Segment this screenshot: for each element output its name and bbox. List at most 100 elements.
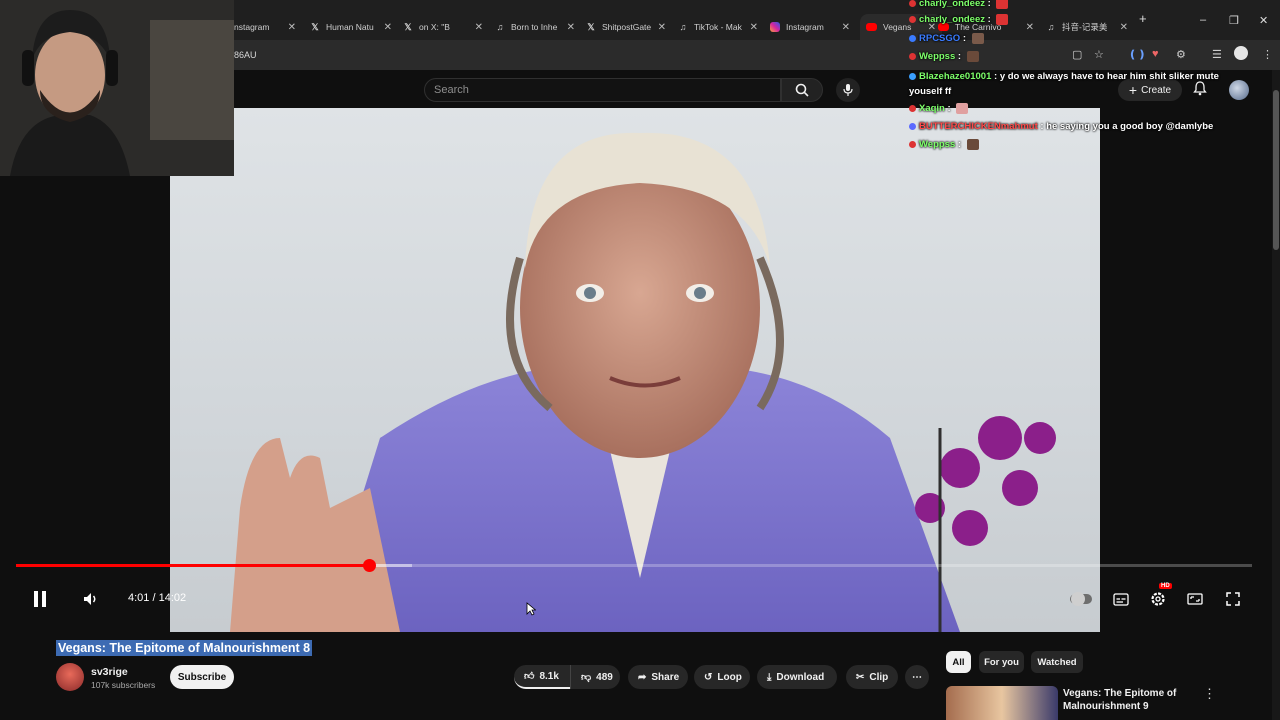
recommendation-more-icon[interactable]: ⋮ xyxy=(1203,686,1216,702)
chip-for-you[interactable]: For you xyxy=(979,651,1024,673)
subscriber-count: 107k subscribers xyxy=(91,680,156,690)
close-tab-icon[interactable]: ✕ xyxy=(475,22,483,33)
close-tab-icon[interactable]: ✕ xyxy=(658,22,666,33)
recommendation-title[interactable]: Vegans: The Epitome of Malnourishment 9 xyxy=(1063,687,1193,713)
pause-icon xyxy=(34,591,46,607)
minimize-icon[interactable]: – xyxy=(1200,14,1206,26)
loop-icon: ↺ xyxy=(704,671,713,683)
fullscreen-icon xyxy=(1226,592,1240,606)
chat-badge-icon xyxy=(909,72,916,80)
chat-username[interactable]: Blazehaze01001 xyxy=(919,71,991,82)
browser-tab[interactable]: 𝕏on X: "B ✕ xyxy=(403,14,483,40)
chat-username[interactable]: Weppss xyxy=(919,139,955,150)
fullscreen-button[interactable] xyxy=(1222,588,1244,610)
chat-message: BUTTERCHICKENmahmut : he saying you a go… xyxy=(909,121,1213,132)
close-window-icon[interactable]: ✕ xyxy=(1259,14,1268,27)
scrollbar-thumb[interactable] xyxy=(1273,90,1279,250)
like-button[interactable]: 👍︎ 8.1k xyxy=(514,665,570,689)
profile-icon[interactable] xyxy=(1234,46,1248,60)
tab-label: 抖音-记录美 xyxy=(1062,22,1108,32)
voice-search-button[interactable] xyxy=(836,78,860,102)
microphone-icon xyxy=(843,84,853,96)
chat-emote-icon xyxy=(996,14,1009,25)
theater-icon xyxy=(1187,593,1203,605)
chat-username[interactable]: Xaqin xyxy=(919,103,945,114)
browser-tab[interactable]: ♫ TikTok - Mak ✕ xyxy=(678,14,758,40)
download-button[interactable]: ⤓ Download xyxy=(757,665,837,689)
search-button[interactable] xyxy=(781,78,823,102)
share-button[interactable]: ➦ Share xyxy=(628,665,688,689)
subscribe-button[interactable]: Subscribe xyxy=(170,665,234,689)
x-icon: 𝕏 xyxy=(404,21,412,32)
chat-message: charly_ondeez : xyxy=(909,14,1009,25)
thumbs-up-icon: 👍︎ xyxy=(524,671,535,682)
channel-name[interactable]: sv3rige xyxy=(91,666,128,678)
share-label: Share xyxy=(651,671,680,683)
browser-tab[interactable]: ♫ 抖音-记录美 ✕ xyxy=(1046,14,1128,40)
more-actions-button[interactable]: ⋯ xyxy=(905,665,929,689)
close-tab-icon[interactable]: ✕ xyxy=(750,22,758,33)
chat-emote-icon xyxy=(956,103,969,114)
x-icon: 𝕏 xyxy=(311,21,319,32)
chat-emote-icon xyxy=(966,51,979,62)
chat-emote-icon xyxy=(966,139,979,150)
tiktok-icon: ♫ xyxy=(679,22,687,32)
download-label: Download xyxy=(776,671,825,683)
extension-red-icon[interactable]: ♥ xyxy=(1152,48,1159,60)
chat-username[interactable]: charly_ondeez xyxy=(919,14,985,25)
browser-menu-icon[interactable]: ⋮ xyxy=(1262,48,1273,61)
browser-tab[interactable]: ♫ Born to Inhe ✕ xyxy=(495,14,575,40)
media-controls-icon[interactable]: ☰ xyxy=(1212,48,1222,61)
close-tab-icon[interactable]: ✕ xyxy=(384,22,392,33)
browser-tab[interactable]: 𝕏 Human Natu ✕ xyxy=(310,14,392,40)
video-frame[interactable] xyxy=(170,108,1100,632)
search-input[interactable]: Search xyxy=(424,78,781,102)
settings-button[interactable]: HD xyxy=(1147,583,1172,610)
theater-mode-button[interactable] xyxy=(1184,588,1206,610)
clip-button[interactable]: ✂ Clip xyxy=(846,665,898,689)
like-count: 8.1k xyxy=(539,670,559,682)
chat-username[interactable]: BUTTERCHICKENmahmut xyxy=(919,121,1038,132)
tab-label: TikTok - Mak xyxy=(694,22,742,32)
chat-username[interactable]: RPCSGO xyxy=(919,33,960,44)
video-content-image xyxy=(230,132,1056,632)
recommendation-thumbnail[interactable] xyxy=(946,686,1058,720)
chat-username[interactable]: charly_ondeez xyxy=(919,0,985,9)
channel-avatar[interactable] xyxy=(56,663,84,691)
volume-button[interactable] xyxy=(80,588,102,610)
subtitles-button[interactable] xyxy=(1110,588,1132,610)
browser-tab[interactable]: nstagram ✕ xyxy=(234,14,296,40)
autoplay-toggle[interactable] xyxy=(1068,588,1094,610)
close-tab-icon[interactable]: ✕ xyxy=(842,22,850,33)
chat-emote-icon xyxy=(996,0,1009,9)
browser-tab[interactable]: 𝕏 ShitpostGate ✕ xyxy=(586,14,666,40)
instagram-icon xyxy=(770,22,780,32)
thumbs-down-icon: 👎︎ xyxy=(581,672,592,683)
time-display: 4:01 / 14:02 xyxy=(128,592,187,604)
close-tab-icon[interactable]: ✕ xyxy=(567,22,575,33)
url-text[interactable]: 86AU xyxy=(234,50,257,60)
cast-icon[interactable]: ▢ xyxy=(1072,48,1082,61)
close-tab-icon[interactable]: ✕ xyxy=(1120,22,1128,33)
restore-icon[interactable]: ❐ xyxy=(1229,14,1239,27)
browser-tab[interactable]: Instagram ✕ xyxy=(770,14,850,40)
subtitles-icon xyxy=(1113,592,1129,606)
chip-watched[interactable]: Watched xyxy=(1031,651,1083,673)
close-tab-icon[interactable]: ✕ xyxy=(1026,22,1034,33)
scrubber-handle[interactable] xyxy=(362,559,376,572)
extension-icon[interactable]: ❪❫ xyxy=(1128,48,1146,61)
more-horizontal-icon: ⋯ xyxy=(912,671,922,683)
bookmark-star-icon[interactable]: ☆ xyxy=(1094,48,1104,61)
scissors-icon: ✂ xyxy=(856,671,865,683)
tab-label: nstagram xyxy=(234,22,270,32)
chat-username[interactable]: Weppss xyxy=(919,51,955,62)
close-tab-icon[interactable]: ✕ xyxy=(288,22,296,33)
new-tab-button[interactable]: + xyxy=(1139,11,1147,26)
chat-badge-icon xyxy=(909,53,916,60)
pause-button[interactable] xyxy=(28,588,52,610)
loop-button[interactable]: ↺ Loop xyxy=(694,665,750,689)
dislike-button[interactable]: 👎︎ 489 xyxy=(570,665,620,689)
chat-badge-icon xyxy=(909,35,916,42)
chip-all[interactable]: All xyxy=(946,651,971,673)
extensions-puzzle-icon[interactable]: ⚙ xyxy=(1176,48,1186,61)
